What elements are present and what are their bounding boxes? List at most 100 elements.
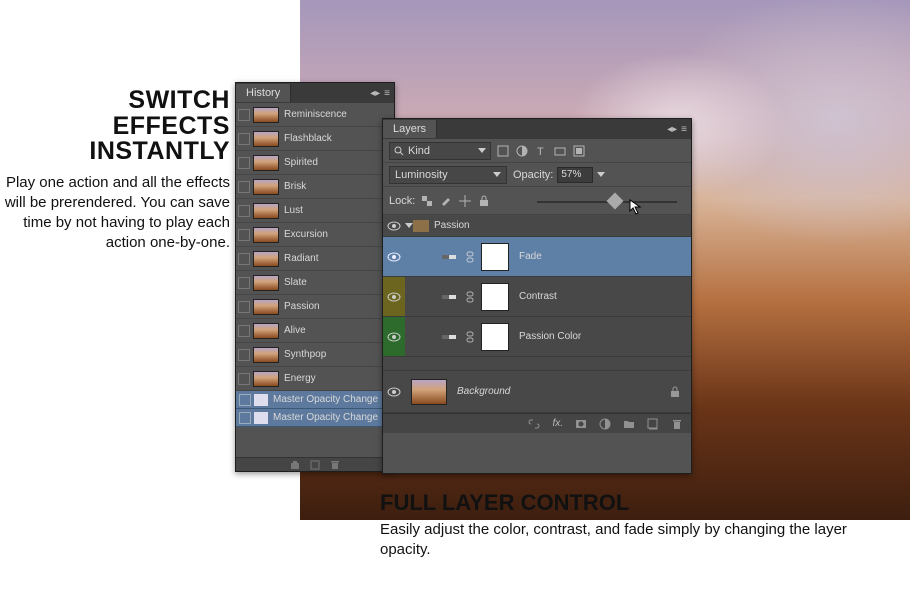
history-state[interactable]: Master Opacity Change — [236, 391, 394, 409]
marketing-bottom-body: Easily adjust the color, contrast, and f… — [380, 520, 890, 561]
trash-icon[interactable] — [671, 418, 683, 430]
history-item-label: Spirited — [284, 157, 318, 168]
layer-mask-thumb[interactable] — [481, 243, 509, 271]
layer-group-row[interactable]: Passion — [383, 215, 691, 237]
visibility-icon[interactable] — [387, 332, 401, 342]
marketing-bottom-heading: FULL LAYER CONTROL — [380, 490, 890, 516]
history-item[interactable]: Reminiscence — [236, 103, 394, 127]
group-name-label: Passion — [434, 220, 470, 231]
layers-tab[interactable]: Layers — [383, 120, 437, 138]
history-item[interactable]: Slate — [236, 271, 394, 295]
filter-smart-icon[interactable] — [572, 144, 586, 158]
snapshot-checkbox[interactable] — [238, 301, 250, 313]
opacity-dropdown-icon[interactable] — [597, 172, 605, 177]
lock-paint-icon[interactable] — [439, 194, 453, 208]
history-item[interactable]: Lust — [236, 199, 394, 223]
folder-icon — [413, 220, 429, 232]
panel-collapse-icon[interactable]: ◂▸ — [667, 124, 677, 135]
adjustment-footer-icon[interactable] — [599, 418, 611, 430]
layer-row[interactable]: Contrast — [383, 277, 691, 317]
history-item[interactable]: Flashblack — [236, 127, 394, 151]
snapshot-checkbox[interactable] — [238, 349, 250, 361]
adjustment-layer-icon — [441, 289, 457, 305]
new-layer-icon[interactable] — [647, 418, 659, 430]
snapshot-checkbox[interactable] — [238, 253, 250, 265]
opacity-slider[interactable] — [537, 193, 677, 209]
visibility-icon[interactable] — [387, 252, 401, 262]
history-item[interactable]: Excursion — [236, 223, 394, 247]
history-item[interactable]: Synthpop — [236, 343, 394, 367]
history-item-label: Excursion — [284, 229, 328, 240]
filter-type-icon[interactable]: T — [534, 144, 548, 158]
panel-menu-icon[interactable]: ≡ — [681, 124, 687, 135]
layers-list: Passion Fade Contrast Passion — [383, 215, 691, 413]
search-icon — [394, 146, 404, 156]
background-layer-row[interactable]: Background — [383, 371, 691, 413]
trash-icon[interactable] — [330, 460, 340, 470]
history-thumb — [253, 107, 279, 123]
filter-shape-icon[interactable] — [553, 144, 567, 158]
fx-icon[interactable]: fx. — [552, 418, 563, 429]
history-tab[interactable]: History — [236, 84, 291, 102]
snapshot-checkbox[interactable] — [238, 109, 250, 121]
history-item[interactable]: Energy — [236, 367, 394, 391]
visibility-icon[interactable] — [387, 387, 401, 397]
panel-menu-icon[interactable]: ≡ — [384, 88, 390, 99]
history-item[interactable]: Spirited — [236, 151, 394, 175]
mask-footer-icon[interactable] — [575, 418, 587, 430]
snapshot-checkbox[interactable] — [238, 277, 250, 289]
group-footer-icon[interactable] — [623, 418, 635, 430]
history-list: Reminiscence Flashblack Spirited Brisk L… — [236, 103, 394, 457]
layer-name-label: Contrast — [519, 291, 557, 302]
lock-position-icon[interactable] — [458, 194, 472, 208]
history-item[interactable]: Brisk — [236, 175, 394, 199]
history-item[interactable]: Radiant — [236, 247, 394, 271]
filter-adjustment-icon[interactable] — [515, 144, 529, 158]
layer-mask-thumb[interactable] — [481, 323, 509, 351]
link-icon[interactable] — [465, 331, 475, 343]
history-item[interactable]: Alive — [236, 319, 394, 343]
layers-filter-bar: Kind T — [383, 139, 691, 163]
visibility-icon[interactable] — [387, 221, 401, 231]
history-thumb — [253, 179, 279, 195]
state-icon — [254, 412, 268, 424]
history-item-label: Flashblack — [284, 133, 332, 144]
opacity-field[interactable]: 57% — [557, 167, 593, 183]
snapshot-checkbox[interactable] — [238, 229, 250, 241]
cursor-icon — [629, 199, 643, 215]
history-footer — [236, 457, 394, 471]
layer-row[interactable]: Fade — [383, 237, 691, 277]
snapshot-checkbox[interactable] — [238, 133, 250, 145]
link-icon[interactable] — [465, 251, 475, 263]
layer-row[interactable]: Passion Color — [383, 317, 691, 357]
layers-lock-bar: Lock: — [383, 187, 691, 215]
slider-thumb[interactable] — [607, 193, 624, 210]
snapshot-checkbox[interactable] — [238, 205, 250, 217]
link-icon[interactable] — [465, 291, 475, 303]
visibility-icon[interactable] — [387, 292, 401, 302]
panel-collapse-icon[interactable]: ◂▸ — [370, 88, 380, 99]
lock-transparency-icon[interactable] — [420, 194, 434, 208]
layer-mask-thumb[interactable] — [481, 283, 509, 311]
state-checkbox[interactable] — [239, 412, 251, 424]
camera-icon[interactable] — [290, 460, 300, 470]
history-thumb — [253, 323, 279, 339]
history-thumb — [253, 371, 279, 387]
history-item-label: Brisk — [284, 181, 306, 192]
snapshot-checkbox[interactable] — [238, 325, 250, 337]
blend-mode-select[interactable]: Luminosity — [389, 166, 507, 184]
state-checkbox[interactable] — [239, 394, 251, 406]
snapshot-checkbox[interactable] — [238, 373, 250, 385]
group-twisty-icon[interactable] — [405, 223, 413, 228]
filter-kind-select[interactable]: Kind — [389, 142, 491, 160]
new-icon[interactable] — [310, 460, 320, 470]
snapshot-checkbox[interactable] — [238, 157, 250, 169]
history-state[interactable]: Master Opacity Change — [236, 409, 394, 427]
filter-pixel-icon[interactable] — [496, 144, 510, 158]
chevron-down-icon — [493, 172, 501, 177]
snapshot-checkbox[interactable] — [238, 181, 250, 193]
lock-label: Lock: — [389, 195, 415, 207]
link-footer-icon[interactable] — [528, 418, 540, 430]
history-item[interactable]: Passion — [236, 295, 394, 319]
lock-all-icon[interactable] — [477, 194, 491, 208]
